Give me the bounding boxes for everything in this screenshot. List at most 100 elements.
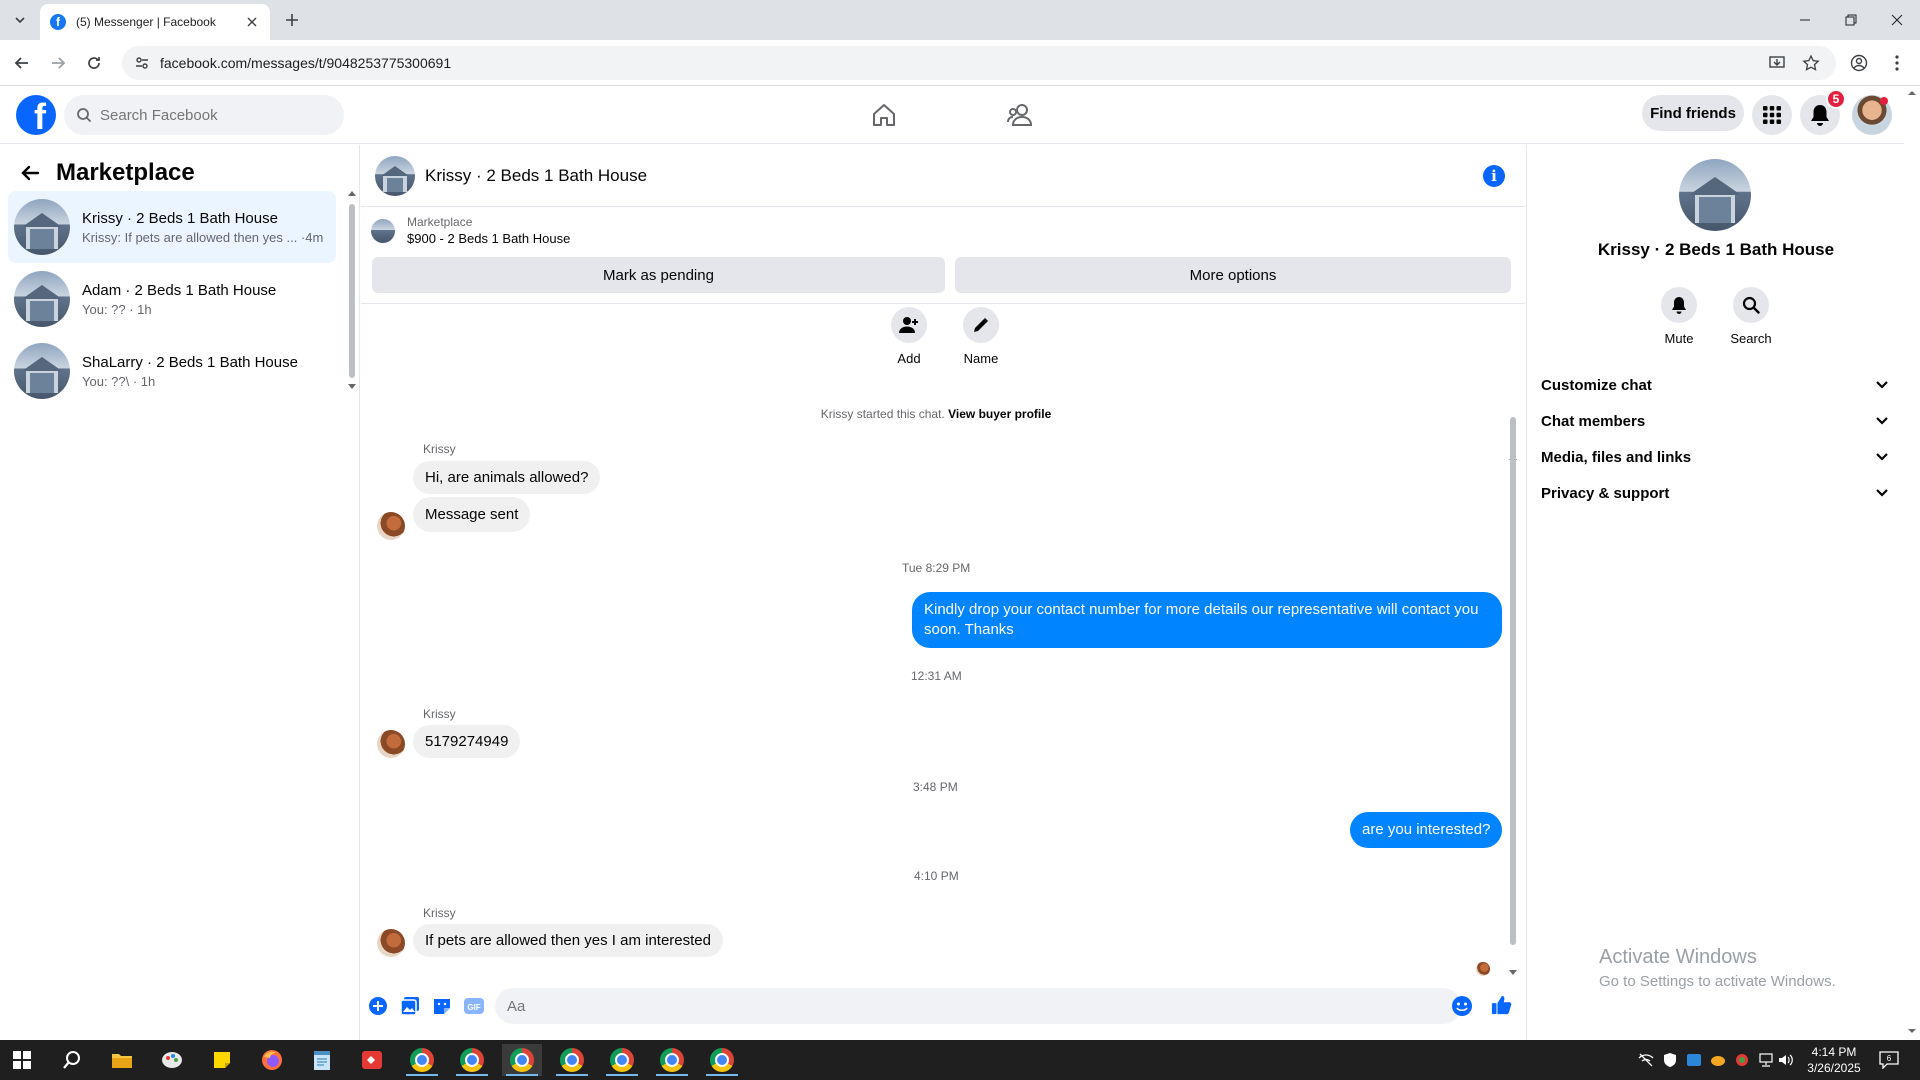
file-explorer-button[interactable] — [102, 1044, 142, 1076]
chat-title[interactable]: Krissy · 2 Beds 1 Bath House — [425, 166, 647, 186]
action-center-button[interactable]: 6 — [1878, 1050, 1900, 1070]
media-files-links-section[interactable]: Media, files and links — [1541, 439, 1889, 475]
url-bar[interactable]: facebook.com/messages/t/9048253775300691 — [122, 46, 1836, 80]
marketplace-listing-summary[interactable]: Marketplace $900 - 2 Beds 1 Bath House — [371, 215, 570, 246]
more-options-button[interactable]: More options — [955, 257, 1511, 293]
chat-scrollbar[interactable] — [1507, 307, 1519, 977]
attach-photo-button[interactable] — [399, 995, 421, 1017]
tab-close-button[interactable] — [244, 14, 260, 30]
emoji-button[interactable] — [1451, 995, 1473, 1017]
info-icon[interactable]: i — [1483, 165, 1505, 187]
chrome-window-6[interactable] — [652, 1044, 692, 1076]
chrome-window-7[interactable] — [702, 1044, 742, 1076]
chat-house-avatar[interactable] — [375, 155, 415, 196]
security-tray-icon[interactable] — [1662, 1052, 1678, 1068]
add-people-action[interactable]: Add — [879, 307, 939, 366]
incoming-message[interactable]: Hi, are animals allowed? — [413, 461, 601, 494]
message-input[interactable] — [507, 997, 1407, 1015]
conversation-preview: You: ?? · 1h — [82, 301, 152, 317]
chrome-window-4[interactable] — [552, 1044, 592, 1076]
conversation-item-krissy[interactable]: Krissy · 2 Beds 1 Bath House Krissy: If … — [8, 191, 336, 263]
start-button[interactable] — [2, 1044, 42, 1076]
chrome-window-1[interactable] — [402, 1044, 442, 1076]
more-actions-button[interactable] — [367, 995, 389, 1017]
tab-search-button[interactable] — [8, 8, 32, 32]
name-chat-action[interactable]: Name — [951, 307, 1011, 366]
gif-button[interactable]: GIF — [463, 995, 485, 1017]
app-tray-icon-1[interactable] — [1686, 1052, 1702, 1068]
sender-avatar[interactable] — [377, 929, 405, 957]
mute-action[interactable]: Mute — [1649, 287, 1709, 346]
add-person-icon[interactable] — [891, 307, 927, 343]
conversation-item-shalarry[interactable]: ShaLarry · 2 Beds 1 Bath House You: ??\ … — [8, 335, 336, 407]
windows-logo-icon — [13, 1051, 31, 1069]
view-buyer-profile-link[interactable]: View buyer profile — [948, 407, 1051, 421]
firefox-button[interactable] — [252, 1044, 292, 1076]
customize-chat-section[interactable]: Customize chat — [1541, 367, 1889, 403]
chrome-window-5[interactable] — [602, 1044, 642, 1076]
chevron-down-icon — [1876, 417, 1888, 425]
plus-circle-icon — [369, 997, 387, 1015]
search-icon[interactable] — [1733, 287, 1769, 323]
add-label: Add — [897, 351, 921, 366]
find-friends-button[interactable]: Find friends — [1642, 95, 1744, 131]
reload-button[interactable] — [82, 51, 106, 75]
minimize-button[interactable] — [1782, 0, 1828, 40]
sender-avatar[interactable] — [377, 730, 405, 758]
anydesk-button[interactable] — [352, 1044, 392, 1076]
incoming-message[interactable]: If pets are allowed then yes I am intere… — [413, 924, 723, 957]
message-input-box[interactable] — [495, 988, 1461, 1024]
paint-app-button[interactable] — [152, 1044, 192, 1076]
sticker-button[interactable] — [431, 995, 453, 1017]
conversation-list-scrollbar[interactable] — [348, 190, 356, 390]
restore-button[interactable] — [1828, 0, 1874, 40]
close-window-button[interactable] — [1874, 0, 1920, 40]
incoming-message[interactable]: 5179274949 — [413, 725, 521, 758]
like-send-button[interactable] — [1491, 994, 1513, 1016]
browser-profile-button[interactable] — [1848, 52, 1870, 74]
bookmark-star-button[interactable] — [1800, 52, 1822, 74]
sender-avatar[interactable] — [377, 512, 405, 540]
incoming-message[interactable]: Message sent — [413, 497, 531, 532]
taskbar-search-button[interactable] — [52, 1044, 92, 1076]
volume-icon[interactable] — [1778, 1052, 1794, 1068]
sender-name: Krissy — [423, 442, 456, 456]
facebook-search-box[interactable] — [64, 95, 344, 135]
conversation-item-adam[interactable]: Adam · 2 Beds 1 Bath House You: ?? · 1h — [8, 263, 336, 335]
sticky-notes-button[interactable] — [202, 1044, 242, 1076]
browser-tab-messenger[interactable]: f (5) Messenger | Facebook — [40, 4, 270, 40]
scrollbar-thumb[interactable] — [349, 204, 355, 378]
scrollbar-thumb[interactable] — [1510, 417, 1516, 945]
bell-icon[interactable] — [1661, 287, 1697, 323]
mark-as-pending-button[interactable]: Mark as pending — [372, 257, 945, 293]
outgoing-message[interactable]: are you interested? — [1350, 812, 1503, 848]
folder-icon — [112, 1054, 132, 1068]
outgoing-message[interactable]: Kindly drop your contact number for more… — [912, 592, 1502, 648]
chrome-window-3[interactable] — [502, 1044, 542, 1076]
friends-nav-button[interactable] — [1002, 98, 1038, 132]
forward-button[interactable] — [46, 51, 70, 75]
search-input[interactable] — [100, 106, 320, 124]
arrow-left-icon — [21, 165, 40, 181]
search-in-chat-action[interactable]: Search — [1721, 287, 1781, 346]
facebook-logo-icon[interactable]: f — [16, 95, 56, 135]
friends-icon — [1007, 104, 1033, 126]
menu-grid-button[interactable] — [1752, 95, 1792, 135]
app-tray-icon-3[interactable] — [1734, 1052, 1750, 1068]
browser-menu-button[interactable] — [1886, 52, 1908, 74]
notepad-button[interactable] — [302, 1044, 342, 1076]
home-nav-button[interactable] — [866, 98, 902, 132]
install-app-button[interactable] — [1766, 52, 1788, 74]
network-offline-icon[interactable] — [1638, 1052, 1654, 1068]
network-icon[interactable] — [1758, 1052, 1774, 1068]
chrome-window-2[interactable] — [452, 1044, 492, 1076]
pencil-icon[interactable] — [963, 307, 999, 343]
privacy-support-section[interactable]: Privacy & support — [1541, 475, 1889, 511]
app-tray-icon-2[interactable] — [1710, 1052, 1726, 1068]
back-to-chats-button[interactable] — [16, 159, 44, 187]
page-scrollbar[interactable] — [1904, 86, 1920, 1040]
chat-members-section[interactable]: Chat members — [1541, 403, 1889, 439]
system-clock[interactable]: 4:14 PM 3/26/2025 — [1794, 1044, 1874, 1076]
new-tab-button[interactable] — [282, 10, 302, 30]
back-button[interactable] — [10, 51, 34, 75]
